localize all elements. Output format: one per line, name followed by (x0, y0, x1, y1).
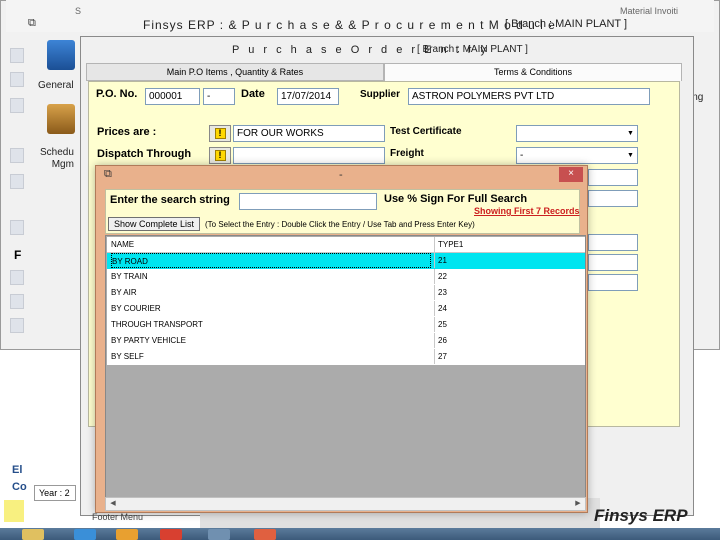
test-certificate-label: Test Certificate (390, 126, 462, 137)
freight-label: Freight (390, 148, 424, 159)
grid-header-row: NAME TYPE1 (107, 237, 585, 253)
terms-field-a[interactable] (588, 169, 638, 186)
scroll-right-icon[interactable]: ▶ (572, 498, 584, 510)
table-row[interactable]: BY COURIER 24 (107, 301, 585, 317)
brand-logo-text: Finsys ERP (594, 506, 688, 525)
left-slot[interactable] (10, 318, 24, 333)
taskbar-explorer-icon[interactable] (208, 529, 230, 540)
row-type: 24 (434, 301, 584, 316)
search-hint: Use % Sign For Full Search (384, 193, 528, 205)
taskbar-presentation-icon[interactable] (254, 529, 276, 540)
row-type: 21 (434, 253, 584, 268)
taskbar-app-icon[interactable] (116, 529, 138, 540)
date-field[interactable]: 17/07/2014 (277, 88, 339, 105)
outer-branch-label: [ Branch : MAIN PLANT ] (505, 18, 628, 30)
column-header-name[interactable]: NAME (111, 237, 431, 252)
table-row[interactable]: BY AIR 23 (107, 285, 585, 301)
terms-field-c[interactable] (588, 234, 638, 251)
dropdown-arrow-icon[interactable]: ▼ (625, 127, 636, 140)
table-row[interactable]: BY ROAD 21 (107, 253, 585, 269)
table-row[interactable]: BY SELF 27 (107, 349, 585, 365)
table-row[interactable]: THROUGH TRANSPORT 25 (107, 317, 585, 333)
column-header-type[interactable]: TYPE1 (434, 237, 584, 252)
schedule-icon[interactable] (47, 104, 75, 134)
row-name: BY COURIER (111, 304, 161, 313)
supplier-field[interactable]: ASTRON POLYMERS PVT LTD (408, 88, 650, 105)
freight-value: - (520, 150, 524, 161)
search-label: Enter the search string (110, 194, 230, 206)
general-icon[interactable] (47, 40, 75, 70)
row-name: THROUGH TRANSPORT (111, 320, 203, 329)
left-slot[interactable] (10, 98, 24, 113)
top-right-fragment: Material Invoiti (620, 6, 679, 16)
prices-field[interactable]: FOR OUR WORKS (233, 125, 385, 142)
records-info-link[interactable]: Showing First 7 Records (474, 206, 580, 216)
row-type: 27 (434, 349, 584, 364)
taskbar-media-icon[interactable] (160, 529, 182, 540)
row-name: BY PARTY VEHICLE (111, 336, 186, 345)
outer-window-title: Finsys ERP : & P u r c h a s e & & P r o… (143, 18, 556, 32)
side-bottom-letters: El Co (12, 464, 27, 493)
status-indicator (4, 500, 24, 522)
row-name: BY SELF (111, 352, 144, 361)
financial-year-box[interactable]: Year : 2 (34, 485, 76, 501)
row-type: 26 (434, 333, 584, 348)
row-type: 22 (434, 269, 584, 284)
freight-combo[interactable]: - ▼ (516, 147, 638, 164)
prices-lookup-button[interactable]: ! (209, 125, 231, 142)
footer-menu-label: Footer Menu (92, 512, 144, 522)
close-button[interactable]: × (559, 167, 583, 182)
horizontal-scrollbar[interactable] (105, 497, 586, 511)
taskbar (0, 528, 720, 540)
taskbar-browser-icon[interactable] (74, 529, 96, 540)
po-no-label: P.O. No. (96, 88, 138, 100)
schedule-label: Schedu Mgm (40, 147, 74, 170)
dropdown-arrow-icon[interactable]: ▼ (625, 149, 636, 162)
po-no-field[interactable]: 000001 (145, 88, 200, 105)
outer-app-icon: ⧉ (28, 17, 36, 29)
tab-main-po-items[interactable]: Main P.O Items , Quantity & Rates (86, 63, 384, 81)
row-name: BY ROAD (111, 253, 431, 268)
left-slot[interactable] (10, 148, 24, 163)
dialog-app-icon: ⧉ (104, 168, 112, 180)
terms-field-e[interactable] (588, 274, 638, 291)
taskbar-folder-icon[interactable] (22, 529, 44, 540)
row-name: BY AIR (111, 288, 137, 297)
left-slot[interactable] (10, 220, 24, 235)
show-complete-list-button[interactable]: Show Complete List (108, 217, 200, 231)
left-slot[interactable] (10, 294, 24, 309)
left-slot[interactable] (10, 270, 24, 285)
test-certificate-combo[interactable]: ▼ (516, 125, 638, 142)
dialog-title: - (339, 169, 343, 181)
row-name: BY TRAIN (111, 272, 148, 281)
search-input[interactable] (239, 193, 377, 210)
warning-icon: ! (214, 150, 226, 161)
row-type: 25 (434, 317, 584, 332)
dispatch-lookup-button[interactable]: ! (209, 147, 231, 164)
supplier-label: Supplier (360, 89, 401, 100)
warning-icon: ! (214, 128, 226, 139)
date-label: Date (241, 88, 265, 100)
side-letter: F (14, 248, 22, 262)
top-left-fragment: S (75, 6, 82, 16)
terms-field-d[interactable] (588, 254, 638, 271)
general-label: General (38, 80, 74, 91)
dispatch-field[interactable] (233, 147, 385, 164)
table-row[interactable]: BY TRAIN 22 (107, 269, 585, 285)
po-branch-label: [ Branch : MAIN PLANT ] (417, 44, 528, 55)
scroll-left-icon[interactable]: ◀ (107, 498, 119, 510)
left-slot[interactable] (10, 72, 24, 87)
tab-terms-conditions[interactable]: Terms & Conditions (384, 63, 682, 81)
prices-label: Prices are : (97, 126, 157, 138)
terms-field-b[interactable] (588, 190, 638, 207)
results-grid: NAME TYPE1 BY ROAD 21 BY TRAIN 22 BY AIR… (105, 235, 586, 499)
row-type: 23 (434, 285, 584, 300)
po-type-field[interactable]: - (203, 88, 235, 105)
left-slot[interactable] (10, 48, 24, 63)
left-slot[interactable] (10, 174, 24, 189)
dispatch-label: Dispatch Through (97, 148, 192, 160)
selection-help-text: (To Select the Entry : Double Click the … (205, 220, 475, 229)
table-row[interactable]: BY PARTY VEHICLE 26 (107, 333, 585, 349)
